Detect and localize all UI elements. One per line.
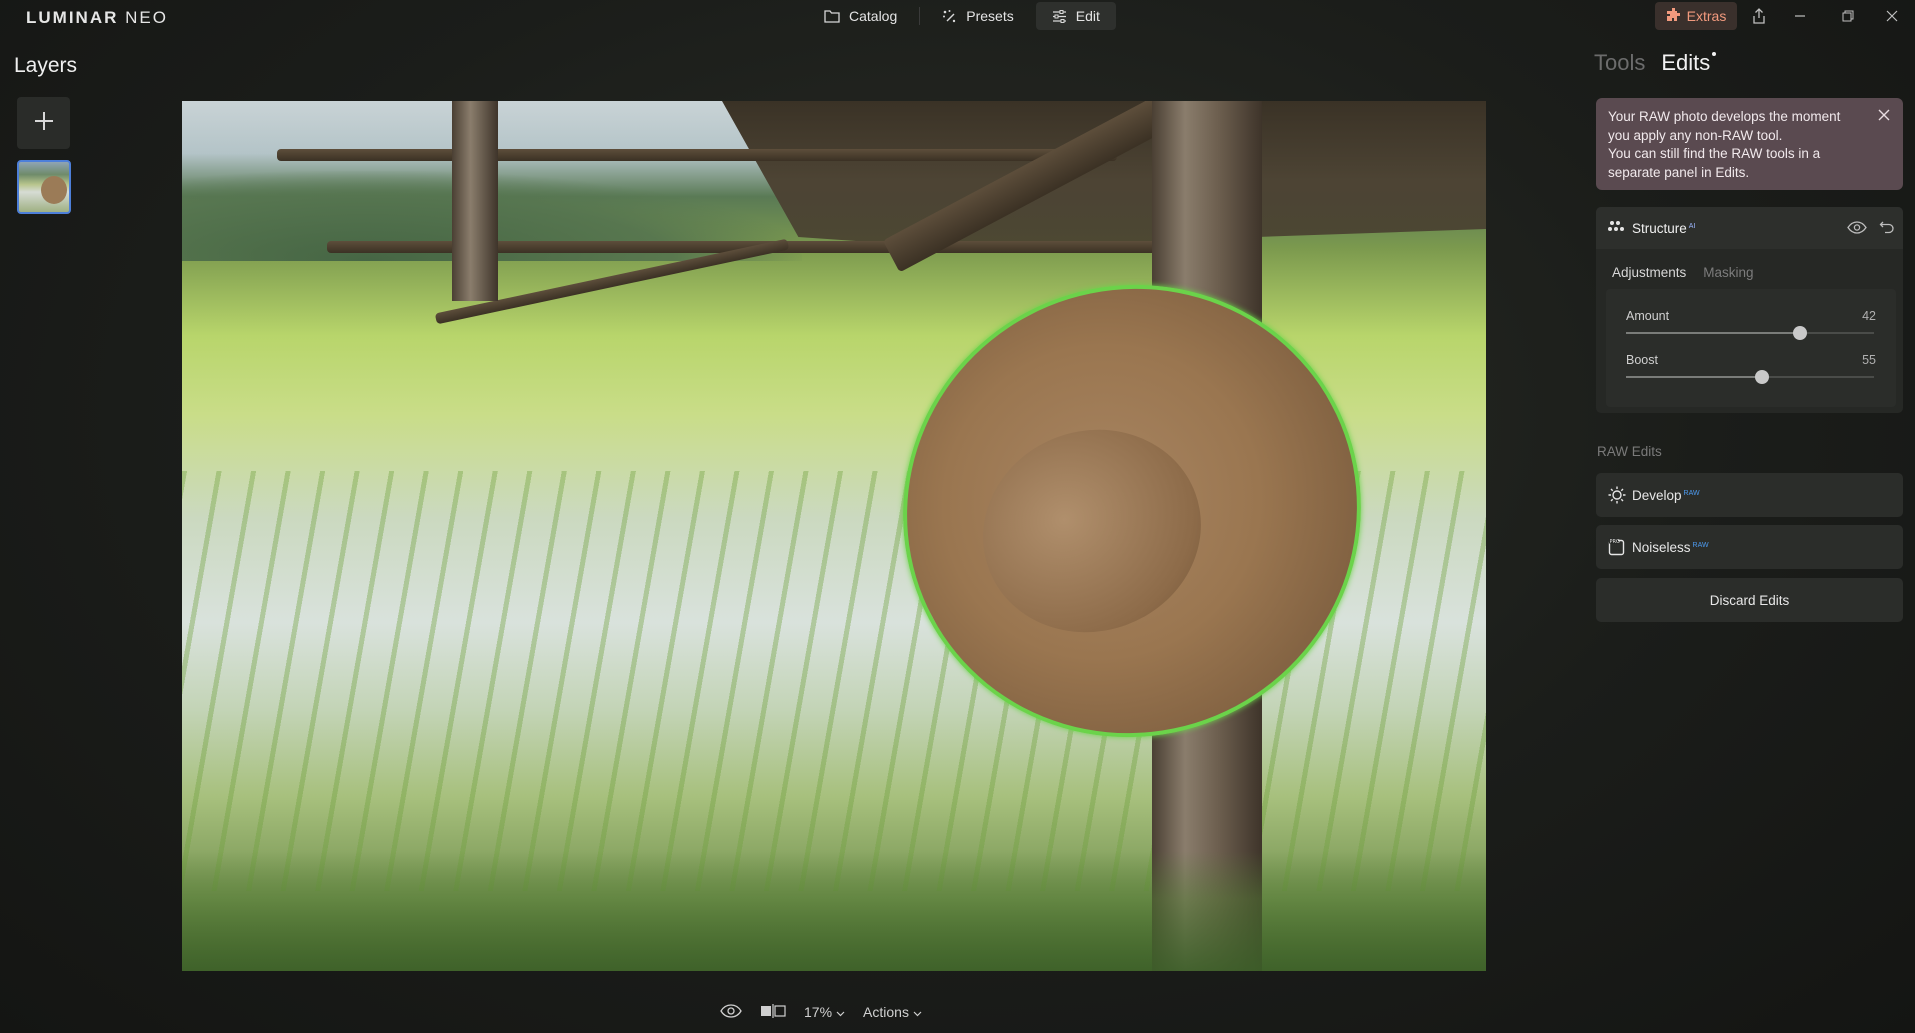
structure-tool-card: Structure AI Adjustments Masking Amount 4… xyxy=(1596,207,1903,413)
structure-tool-header[interactable]: Structure AI xyxy=(1596,207,1903,249)
puzzle-icon xyxy=(1666,7,1681,25)
tab-presets[interactable]: Presets xyxy=(926,2,1029,30)
chevron-down-icon xyxy=(913,1004,922,1020)
thumbnail-hat xyxy=(41,176,67,204)
amount-label: Amount xyxy=(1626,309,1670,323)
divider xyxy=(919,7,921,25)
notice-line: Your RAW photo develops the moment xyxy=(1608,109,1841,124)
develop-label-text: Develop xyxy=(1632,488,1682,503)
boost-value: 55 xyxy=(1862,353,1876,367)
app-logo: LUMINAR NEO xyxy=(26,8,168,28)
extras-label: Extras xyxy=(1686,8,1727,24)
tab-tools[interactable]: Tools xyxy=(1594,50,1645,76)
slider-handle[interactable] xyxy=(1792,326,1807,340)
share-icon[interactable] xyxy=(1745,4,1773,28)
develop-tool[interactable]: Develop RAW xyxy=(1596,473,1903,517)
top-bar: LUMINAR NEO Catalog Presets Edit Extras xyxy=(0,0,1915,34)
notice-line: You can still find the RAW tools in a xyxy=(1608,146,1821,161)
tab-edit-label: Edit xyxy=(1075,8,1100,24)
tab-adjustments[interactable]: Adjustments xyxy=(1612,265,1686,280)
zoom-dropdown[interactable]: 17% xyxy=(804,1004,845,1020)
compare-icon[interactable] xyxy=(760,1003,786,1021)
actions-label: Actions xyxy=(863,1004,909,1020)
tool-subtabs: Adjustments Masking xyxy=(1612,265,1754,280)
raw-notice-banner: Your RAW photo develops the moment you a… xyxy=(1596,98,1903,190)
sliders-icon xyxy=(1052,9,1067,23)
restore-icon[interactable] xyxy=(1834,4,1862,28)
tab-edits[interactable]: Edits xyxy=(1661,50,1710,75)
raw-badge: RAW xyxy=(1683,489,1700,497)
layer-thumbnail[interactable] xyxy=(17,160,71,214)
presets-icon xyxy=(942,9,957,24)
zoom-value: 17% xyxy=(804,1004,833,1020)
folder-icon xyxy=(824,9,840,23)
layers-title: Layers xyxy=(14,54,78,77)
chevron-down-icon xyxy=(836,1004,845,1020)
reset-icon[interactable] xyxy=(1879,219,1895,240)
add-layer-button[interactable] xyxy=(17,97,70,149)
extras-button[interactable]: Extras xyxy=(1655,2,1737,30)
tab-catalog[interactable]: Catalog xyxy=(808,2,913,30)
close-icon[interactable] xyxy=(1877,108,1893,124)
raw-badge: RAW xyxy=(1692,541,1709,549)
raw-edits-title: RAW Edits xyxy=(1597,444,1662,459)
tab-presets-label: Presets xyxy=(966,8,1014,24)
bottom-toolbar: 17% Actions xyxy=(720,998,922,1026)
svg-text:PRO: PRO xyxy=(1610,539,1620,545)
minimize-icon[interactable] xyxy=(1786,4,1814,28)
tool-name-text: Structure xyxy=(1632,221,1687,236)
tab-masking[interactable]: Masking xyxy=(1703,265,1753,280)
structure-icon xyxy=(1608,220,1624,241)
amount-value: 42 xyxy=(1862,309,1876,323)
noiseless-tool[interactable]: PRO Noiseless RAW xyxy=(1596,525,1903,569)
eye-icon[interactable] xyxy=(1847,221,1867,239)
photo-beam xyxy=(277,149,1117,161)
notice-line: you apply any non-RAW tool. xyxy=(1608,127,1783,143)
slider-track[interactable] xyxy=(1626,326,1874,340)
boost-slider[interactable]: Boost 55 xyxy=(1626,353,1876,393)
photo-grass xyxy=(182,851,1486,971)
plus-icon xyxy=(33,110,55,137)
tab-edit[interactable]: Edit xyxy=(1035,2,1116,30)
noiseless-label-text: Noiseless xyxy=(1632,540,1691,555)
actions-dropdown[interactable]: Actions xyxy=(863,1004,922,1020)
ai-badge: AI xyxy=(1688,222,1696,230)
discard-edits-button[interactable]: Discard Edits xyxy=(1596,578,1903,622)
notice-line: separate panel in Edits. xyxy=(1608,164,1750,180)
structure-tool-name: Structure AI xyxy=(1632,221,1695,236)
slider-group: Amount 42 Boost 55 xyxy=(1606,289,1896,407)
develop-label: Develop RAW xyxy=(1632,488,1700,503)
slider-handle[interactable] xyxy=(1755,370,1770,384)
boost-label: Boost xyxy=(1626,353,1658,367)
slider-fill xyxy=(1626,376,1763,378)
tab-catalog-label: Catalog xyxy=(849,8,898,24)
slider-track[interactable] xyxy=(1626,370,1874,384)
eye-icon[interactable] xyxy=(720,1003,742,1021)
close-icon[interactable] xyxy=(1878,4,1906,28)
amount-slider[interactable]: Amount 42 xyxy=(1626,309,1876,349)
logo-main: LUMINAR xyxy=(26,8,119,27)
tab-edits-wrap: Edits xyxy=(1661,50,1717,76)
photo-canvas[interactable] xyxy=(182,101,1486,971)
photo-post-left xyxy=(452,101,498,301)
logo-accent: NEO xyxy=(125,8,168,27)
mode-switcher: Catalog Presets Edit xyxy=(808,2,1116,30)
panel-tabs: Tools Edits xyxy=(1594,50,1717,76)
noiseless-icon: PRO xyxy=(1608,538,1626,556)
unsaved-dot xyxy=(1712,52,1717,56)
slider-fill xyxy=(1626,332,1800,334)
sun-icon xyxy=(1608,486,1626,504)
noiseless-label: Noiseless RAW xyxy=(1632,540,1709,555)
